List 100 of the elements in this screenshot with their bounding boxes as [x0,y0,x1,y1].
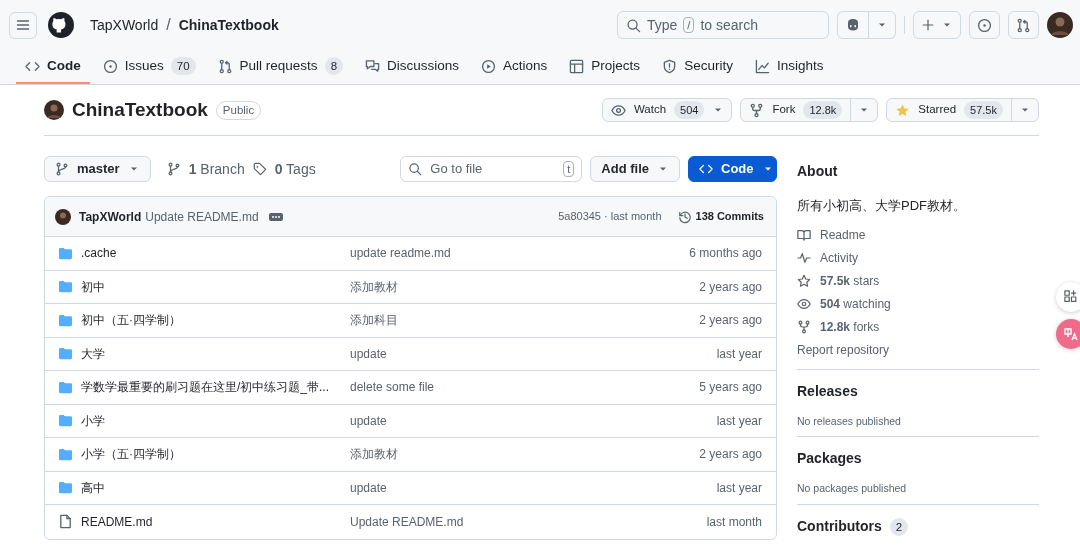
search-field[interactable]: Type / to search [617,11,829,39]
logo-icon[interactable] [48,12,74,38]
issue-icon [977,17,992,33]
tag-icon [252,162,267,176]
avatar[interactable] [1047,12,1073,38]
tab[interactable]: Actions [472,50,557,84]
repo-title: ChinaTextbook [72,97,208,122]
file-name[interactable]: 小学（五·四学制） [81,445,181,464]
commit-message[interactable]: Update README.md [350,512,707,531]
file-name[interactable]: 初中（五·四学制） [81,311,181,330]
star-icon [895,102,911,118]
sidebar-link[interactable]: 12.8k forks [797,315,1039,339]
issues-button[interactable] [969,11,1000,39]
sidebar-link[interactable]: 57.5k stars [797,269,1039,293]
file-name[interactable]: 学数学最重要的刷习题在这里/初中练习题_带... [81,378,329,397]
star-icon [797,274,811,288]
commit-message[interactable]: update [350,344,717,363]
branches-link[interactable]: 1 Branch [166,158,245,180]
fork-button[interactable]: Fork 12.8k [740,98,879,122]
count-badge: 504 [674,101,705,119]
section-note: No releases published [797,413,902,429]
owner-link[interactable]: TapXWorld [90,14,159,36]
folder-icon [58,312,73,328]
avatar [44,100,64,120]
commit-message[interactable]: 添加教材 [350,445,700,464]
menu-button[interactable] [9,11,37,39]
table-icon [569,58,585,74]
branch-icon [55,162,69,176]
commit-message[interactable]: 添加教材 [350,277,700,296]
translate-icon [1063,326,1079,342]
file-name[interactable]: 初中 [81,277,105,296]
copilot-icon [845,17,861,33]
file-name[interactable]: 小学 [81,411,105,430]
eye-icon [797,297,811,311]
go-to-file-field[interactable]: Go to file t [400,156,583,182]
file-name[interactable]: README.md [81,512,153,531]
branch-icon [166,162,181,176]
tab[interactable]: Discussions [356,50,469,84]
commit-time: 2 years ago [699,312,762,330]
commit-message[interactable]: 添加科目 [350,311,700,330]
field-placeholder: Go to file [430,160,484,179]
count-badge: 8 [324,57,344,75]
commit-message[interactable]: delete some file [350,378,700,397]
avatar[interactable] [55,208,71,225]
branch-button[interactable]: master [44,156,151,182]
repo-link[interactable]: ChinaTextbook [178,14,279,36]
folder-icon [58,346,73,362]
section-heading: About [797,162,839,181]
pull-request-icon [1016,17,1031,33]
graph-icon [754,58,770,74]
section-heading: Releases [797,381,858,401]
commit-time: last year [716,479,762,497]
commit-time: last year [716,345,762,363]
count-badge: 12.8k [803,101,843,119]
history-icon [677,209,692,224]
folder-icon [58,446,73,462]
tags-link[interactable]: 0 Tags [252,158,316,180]
commits-link[interactable]: 138 Commits [677,208,764,225]
translate-button[interactable] [1056,319,1080,349]
star-button[interactable]: Starred 57.5k [886,98,1039,122]
sidebar-link[interactable]: Readme [797,223,1039,247]
pull-requests-button[interactable] [1008,11,1039,39]
commit-message[interactable]: update [350,478,717,497]
section-heading: Packages [797,449,862,469]
sidebar-link[interactable]: 504 watching [797,292,1039,316]
add-file-button[interactable]: Add file [590,156,680,182]
sidebar-link[interactable]: Activity [797,246,1039,270]
repo-description: 所有小初高、大学PDF教材。 [797,197,967,215]
file-name[interactable]: 大学 [81,344,105,363]
folder-icon [58,413,73,429]
tab[interactable]: Security [653,50,742,84]
apps-button[interactable] [1056,282,1080,312]
folder-icon [58,379,73,395]
commit-message[interactable]: update [350,411,717,430]
file-name[interactable]: .cache [81,244,117,263]
menu-icon [15,17,31,33]
copilot-button[interactable] [837,11,869,39]
tab[interactable]: Projects [560,50,650,84]
tab[interactable]: Code [16,50,90,84]
tab[interactable]: Pull requests 8 [208,50,353,84]
folder-icon [58,480,73,496]
report-link[interactable]: Report repository [797,338,1039,362]
commit-time: last year [716,412,762,430]
keyboard-key: / [683,17,695,33]
shield-icon [662,58,678,74]
commit-author[interactable]: TapXWorld [79,207,142,226]
commit-message[interactable]: update readme.md [350,244,690,263]
pull-request-icon [217,58,233,74]
search-icon [408,162,423,176]
tab[interactable]: Issues 70 [93,50,205,84]
commit-time: 6 months ago [689,245,762,263]
code-button[interactable]: Code [688,156,777,182]
tab[interactable]: Insights [745,50,833,84]
watch-button[interactable]: Watch 504 [601,98,733,122]
commit-message[interactable]: Update README.md [145,207,259,226]
ellipsis-icon[interactable] [268,211,283,222]
section-heading: Contributors [797,517,882,536]
issue-icon [102,58,118,74]
file-name[interactable]: 高中 [81,478,105,497]
count-badge: 57.5k [964,101,1003,119]
